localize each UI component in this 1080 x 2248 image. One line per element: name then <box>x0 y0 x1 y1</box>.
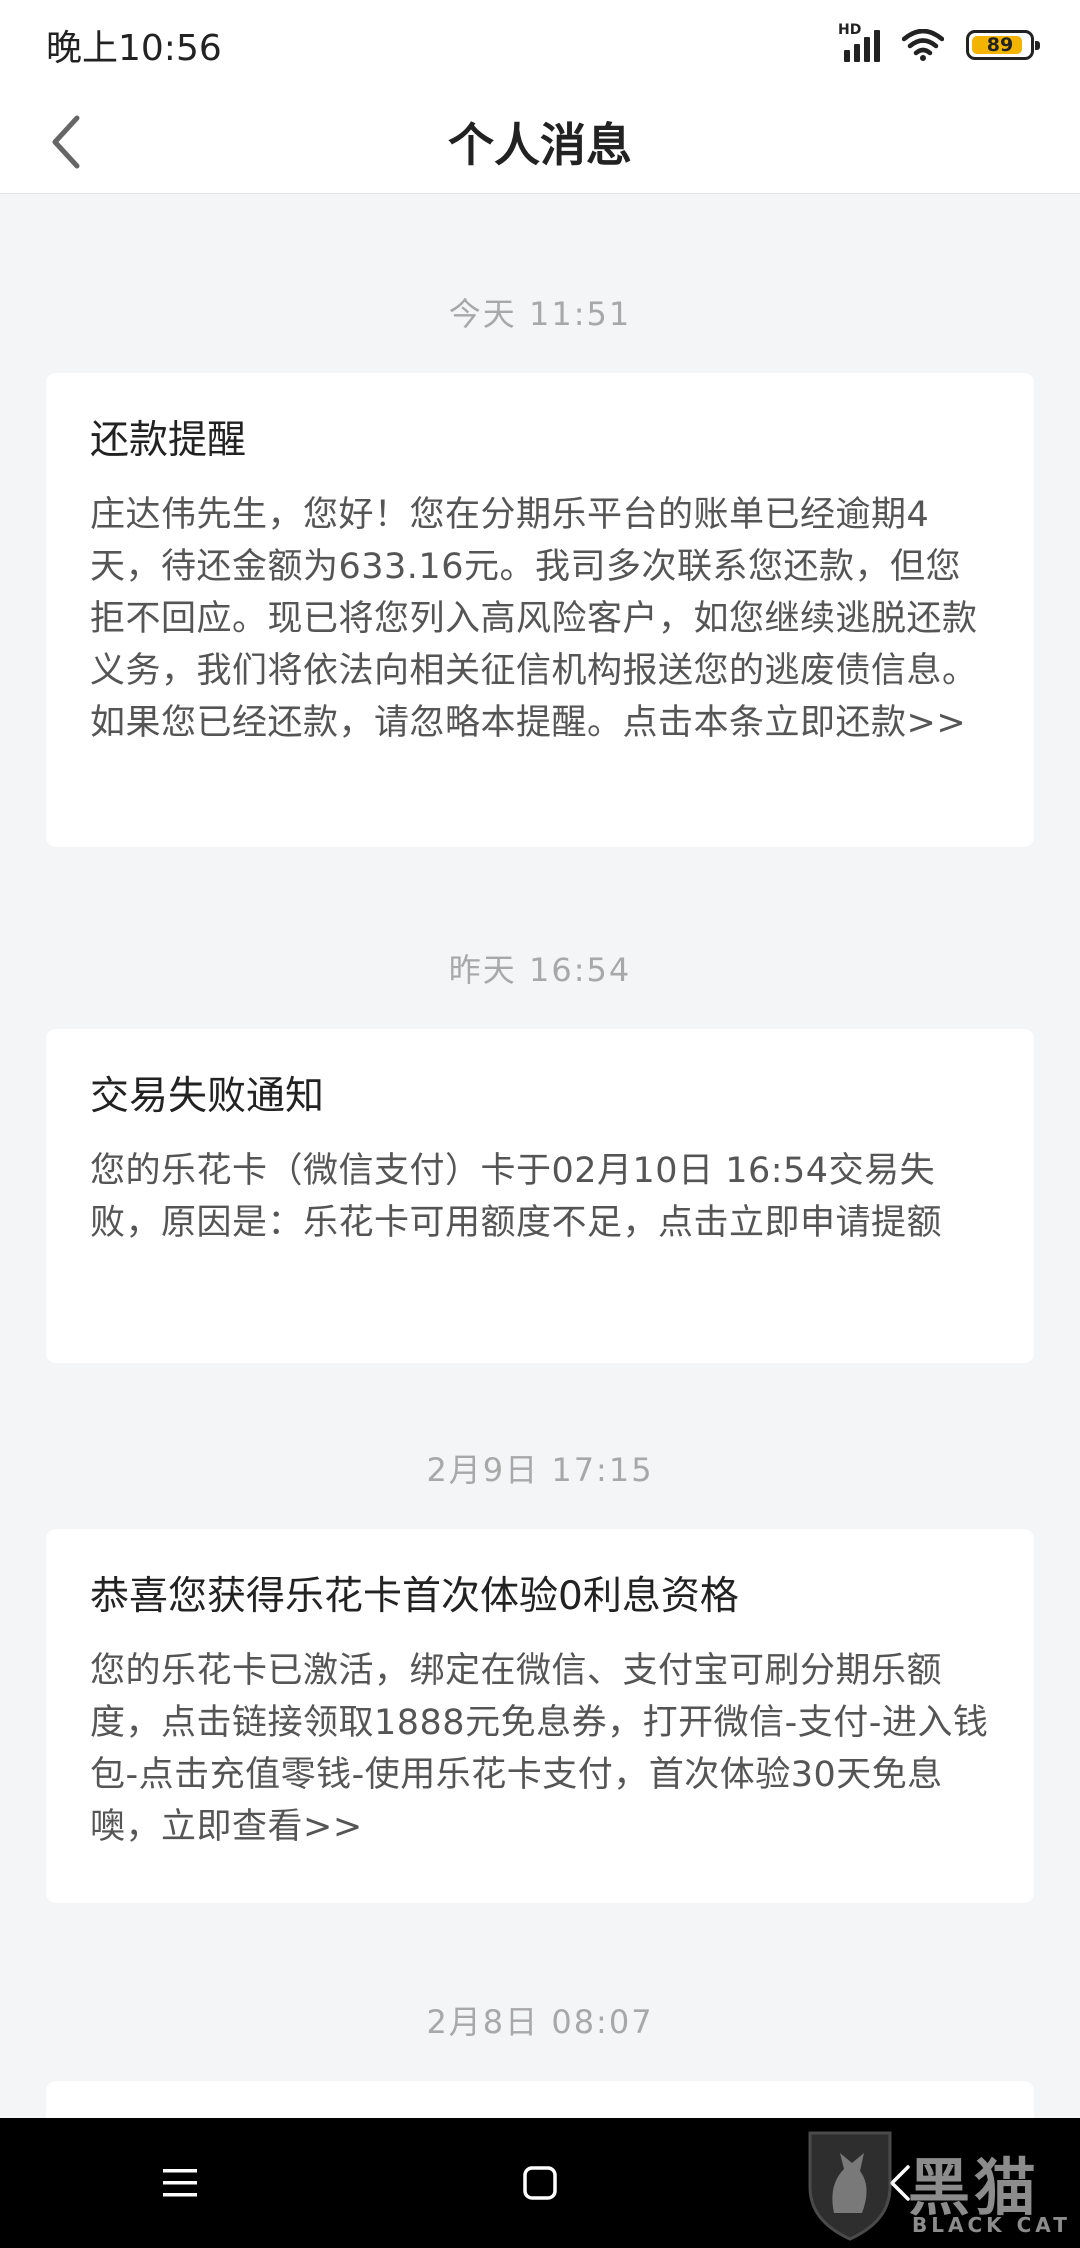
watermark-subtext: BLACK CAT <box>912 2213 1071 2237</box>
message-body: 您的乐花卡已激活，绑定在微信、支付宝可刷分期乐额度，点击链接领取1888元免息券… <box>90 1651 989 1847</box>
header: 个人消息 <box>0 90 1080 194</box>
status-bar: 晚上10:56 HD 89 <box>0 0 1080 90</box>
watermark-logo: 黑猫 BLACK CAT <box>800 2125 1080 2248</box>
message-card-transaction-failed[interactable]: 交易失败通知 您的乐花卡（微信支付）卡于02月10日 16:54交易失败，原因是… <box>46 1029 1034 1363</box>
home-button[interactable] <box>490 2133 590 2233</box>
signal-icon: HD <box>838 22 880 62</box>
screen: 晚上10:56 HD 89 个人消息 今天 11:51 还款提醒 庄达伟先生，您… <box>0 0 1080 2248</box>
page-title: 个人消息 <box>448 117 632 172</box>
message-title: 还款提醒 <box>90 418 247 463</box>
menu-button[interactable] <box>130 2133 230 2233</box>
message-time: 今天 11:51 <box>448 295 632 333</box>
wifi-icon <box>902 29 944 61</box>
home-square-icon <box>523 2166 557 2200</box>
message-time: 2月8日 08:07 <box>426 2003 654 2041</box>
status-time: 晚上10:56 <box>46 28 222 69</box>
message-card-repayment-reminder[interactable]: 还款提醒 庄达伟先生，您好！您在分期乐平台的账单已经逾期4天，待还金额为633.… <box>46 373 1034 847</box>
message-body: 您的乐花卡（微信支付）卡于02月10日 16:54交易失败，原因是：乐花卡可用额… <box>90 1151 943 1243</box>
battery-level: 89 <box>986 34 1014 56</box>
chevron-left-icon <box>52 115 80 169</box>
cat-shield-icon <box>808 2131 892 2241</box>
menu-icon <box>163 2169 197 2197</box>
message-title: 恭喜您获得乐花卡首次体验0利息资格 <box>90 1574 739 1619</box>
message-body: 庄达伟先生，您好！您在分期乐平台的账单已经逾期4天，待还金额为633.16元。我… <box>90 495 978 743</box>
message-title: 交易失败通知 <box>90 1074 325 1119</box>
network-label: HD <box>838 22 862 38</box>
message-time: 昨天 16:54 <box>448 951 632 989</box>
message-time: 2月9日 17:15 <box>426 1451 654 1489</box>
back-button[interactable] <box>30 106 102 178</box>
status-icons: HD 89 <box>838 22 1040 62</box>
battery-icon: 89 <box>966 30 1040 60</box>
message-card-interest-free[interactable]: 恭喜您获得乐花卡首次体验0利息资格 您的乐花卡已激活，绑定在微信、支付宝可刷分期… <box>46 1529 1034 1903</box>
